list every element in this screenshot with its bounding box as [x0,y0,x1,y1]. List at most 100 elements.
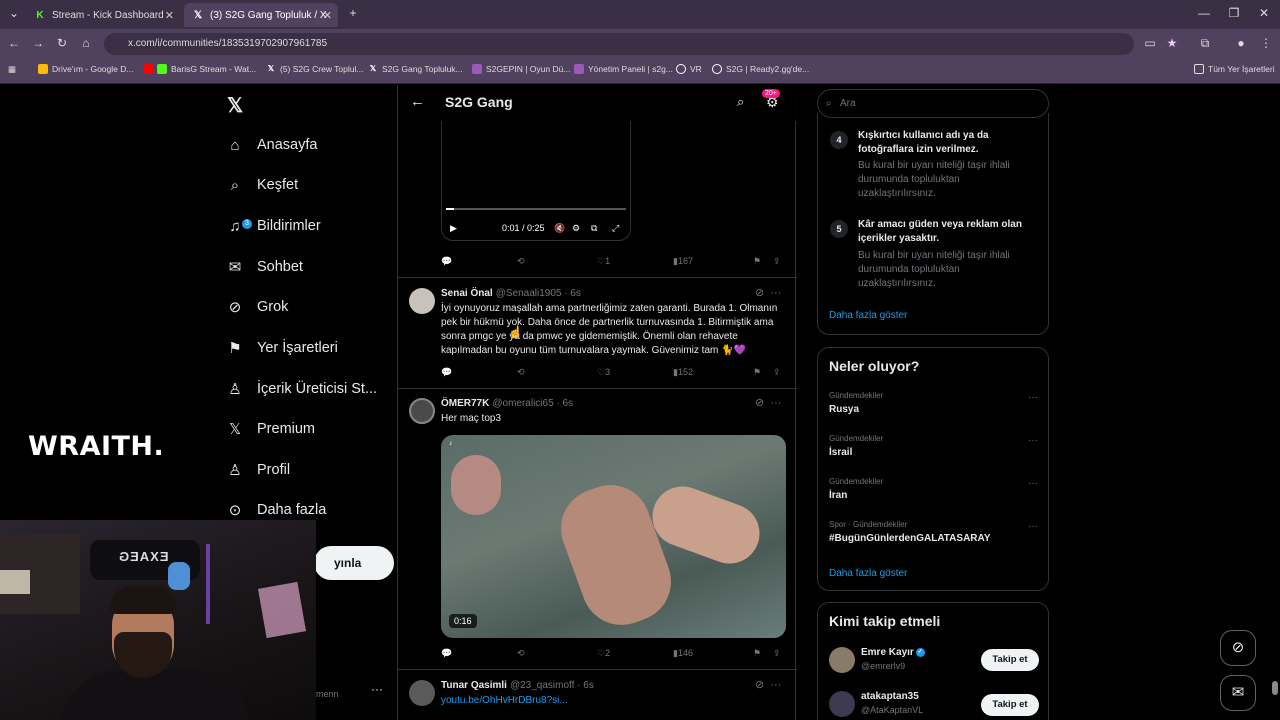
more-icon[interactable]: ··· [1028,521,1038,532]
views-button[interactable]: ▮ 167 [673,256,693,267]
bookmark-star-icon[interactable]: ★ [1164,36,1180,50]
nav-explore[interactable]: ⌕ Keşfet [226,170,298,200]
share-icon[interactable]: ⇪ [773,256,781,267]
retweet-icon[interactable]: ⟲ [517,367,525,378]
avatar[interactable] [829,691,855,717]
show-more-link[interactable]: Daha fazla göster [829,310,907,321]
cast-icon[interactable]: ▭ [1142,36,1158,50]
bookmark-vr[interactable]: VR [676,64,702,74]
avatar[interactable] [409,680,435,706]
reply-icon[interactable]: 💬 [441,648,452,659]
follow-name[interactable]: atakaptan35 [861,691,919,702]
share-icon[interactable]: ⇪ [773,648,781,659]
extensions-icon[interactable]: ⧉ [1197,36,1213,51]
bookmark-barisg[interactable]: BarisG Stream - Wat... [143,64,256,74]
apps-icon[interactable]: ▦ [8,64,16,75]
nav-messages[interactable]: ✉ Sohbet [226,252,303,282]
tab-s2g-gang[interactable]: 𝕏 (3) S2G Gang Topluluk / X ✕ [184,3,338,27]
maximize-icon[interactable]: ❐ [1226,6,1242,20]
profile-avatar-icon[interactable]: ● [1233,36,1249,50]
tweet-author[interactable]: Senai Önal @Senaali1905 · 6s [441,288,581,299]
tweet-author[interactable]: ÖMER77K @omeralici65 · 6s [441,398,573,409]
reply-icon[interactable]: 💬 [441,256,452,267]
close-tab-icon[interactable]: ✕ [323,9,332,22]
bookmark-icon[interactable]: ⚑ [753,367,761,378]
more-icon[interactable]: ··· [1028,478,1038,489]
reload-icon[interactable]: ↻ [54,36,70,50]
mute-icon[interactable]: 🔇 [554,223,565,234]
forward-icon[interactable]: → [30,36,46,50]
more-icon[interactable]: ··· [770,397,781,409]
bookmark-yonetim[interactable]: Yönetim Paneli | s2g... [574,64,673,74]
trend-item[interactable]: İran [829,490,847,501]
grok-icon[interactable]: ⊘ [755,287,764,299]
bookmark-drive[interactable]: Drive'ım - Google D... [38,64,133,74]
trend-item[interactable]: #BugünGünlerdenGALATASARAY [829,533,990,544]
more-icon[interactable]: ··· [770,679,781,691]
close-window-icon[interactable]: ✕ [1256,6,1272,20]
bookmark-s2g-gang[interactable]: 𝕏 S2G Gang Topluluk... [368,64,463,74]
more-icon[interactable]: ··· [1028,392,1038,403]
grok-icon[interactable]: ⊘ [755,397,764,409]
nav-creator-studio[interactable]: ♙ İçerik Üreticisi St... [226,374,377,404]
home-icon[interactable]: ⌂ [78,36,94,50]
trend-item[interactable]: İsrail [829,447,852,458]
new-tab-icon[interactable]: + [345,6,361,20]
back-arrow-icon[interactable]: ← [410,93,425,110]
minimize-icon[interactable]: — [1196,6,1212,20]
more-icon[interactable]: ··· [1028,435,1038,446]
settings-icon[interactable]: ⚙ [572,223,580,234]
avatar[interactable] [829,647,855,673]
url-input[interactable]: x.com/i/communities/1835319702907961785 [104,33,1134,55]
avatar[interactable] [409,288,435,314]
like-button[interactable]: ♡ 2 [597,648,610,659]
nav-profile[interactable]: ♙ Profil [226,455,290,485]
grok-float-icon[interactable]: ⊘ [1220,630,1256,666]
follow-name[interactable]: Emre Kayır ✓ [861,647,925,658]
like-button[interactable]: ♡ 1 [597,256,610,267]
x-logo-icon[interactable]: 𝕏 [227,93,243,118]
video-progress-bar[interactable] [446,208,626,210]
messages-float-icon[interactable]: ✉ [1220,675,1256,711]
views-button[interactable]: ▮ 152 [673,367,693,378]
play-icon[interactable]: ▶ [450,223,457,234]
tweet-author[interactable]: Tunar Qasimli @23_qasimoff · 6s [441,680,594,691]
fullscreen-icon[interactable]: ⤢ [612,223,619,234]
browser-menu-icon[interactable]: ⋮ [1258,36,1274,50]
scrollbar[interactable] [1272,681,1278,695]
retweet-icon[interactable]: ⟲ [517,648,525,659]
share-icon[interactable]: ⇪ [773,367,781,378]
tweet-video[interactable]: ♪ 0:16 [441,435,786,638]
bookmark-icon[interactable]: ⚑ [753,256,761,267]
grok-icon[interactable]: ⊘ [755,679,764,691]
tab-search-icon[interactable]: ⌄ [6,6,22,20]
follow-button[interactable]: Takip et [981,694,1039,716]
views-button[interactable]: ▮ 146 [673,648,693,659]
bookmark-ready2gg[interactable]: S2G | Ready2.gg'de... [712,64,809,74]
bookmark-s2gepin[interactable]: S2GEPIN | Oyun Dü... [472,64,570,74]
nav-premium[interactable]: 𝕏 Premium [226,414,315,444]
nav-grok[interactable]: ⊘ Grok [226,292,289,322]
back-icon[interactable]: ← [6,36,22,50]
account-name[interactable]: menn [316,689,339,699]
show-more-link[interactable]: Daha fazla göster [829,568,907,579]
nav-notifications[interactable]: ♫ 3 Bildirimler [226,211,320,241]
search-icon[interactable]: ⌕ [737,94,744,110]
pip-icon[interactable]: ⧉ [591,223,597,234]
follow-button[interactable]: Takip et [981,649,1039,671]
bookmark-s2g-crew[interactable]: 𝕏 (5) S2G Crew Toplul... [266,64,364,74]
tab-kick-dashboard[interactable]: K Stream - Kick Dashboard ✕ [26,3,180,27]
avatar[interactable] [409,398,435,424]
trend-item[interactable]: Rusya [829,404,859,415]
like-button[interactable]: ♡ 3 [597,367,610,378]
nav-bookmarks[interactable]: ⚑ Yer İşaretleri [226,333,338,363]
nav-home[interactable]: ⌂ Anasayfa [226,130,317,160]
all-bookmarks[interactable]: Tüm Yer İşaretleri [1194,64,1275,74]
close-tab-icon[interactable]: ✕ [165,9,174,22]
bookmark-icon[interactable]: ⚑ [753,648,761,659]
tweet-link[interactable]: youtu.be/OhHvHrDBru8?si... [441,694,786,708]
more-icon[interactable]: ··· [770,287,781,299]
account-more-icon[interactable]: ··· [371,682,383,696]
reply-icon[interactable]: 💬 [441,367,452,378]
retweet-icon[interactable]: ⟲ [517,256,525,267]
